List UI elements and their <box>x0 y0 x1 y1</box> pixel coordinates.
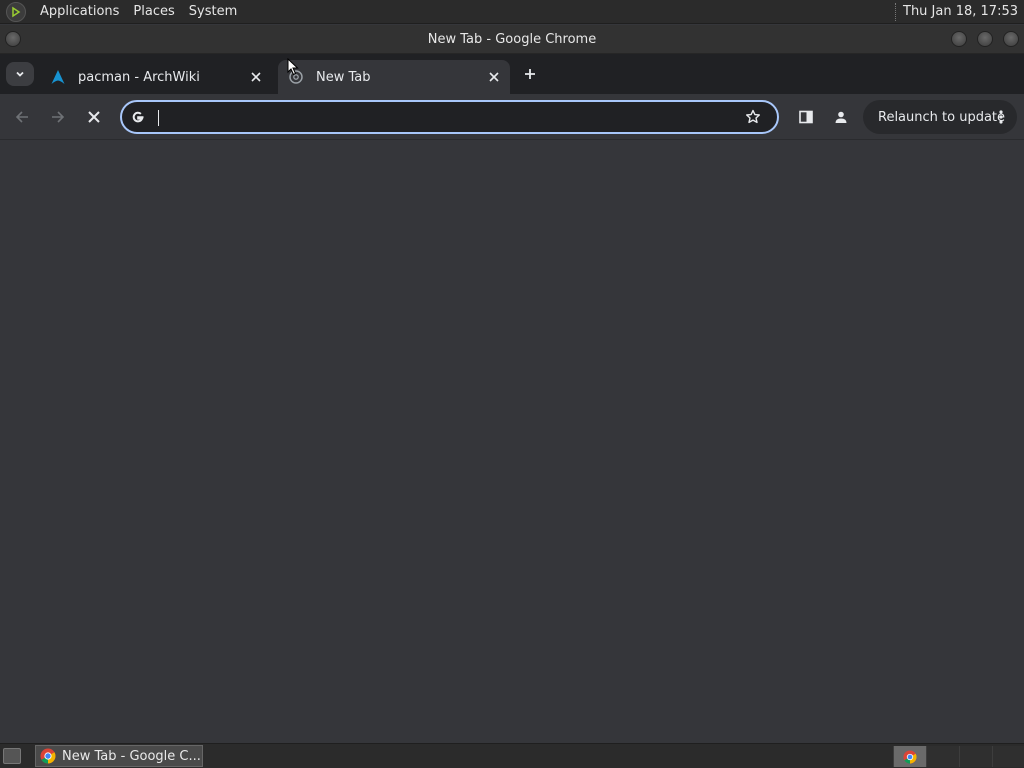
close-icon <box>88 111 100 123</box>
arrow-left-icon <box>15 111 28 123</box>
taskbar-window-label: New Tab - Google C... <box>62 748 201 764</box>
forward-button[interactable] <box>46 105 70 129</box>
tab-title: pacman - ArchWiki <box>78 69 200 85</box>
plus-icon <box>525 69 535 79</box>
relaunch-label: Relaunch to update <box>878 109 1006 125</box>
taskbar-window-button[interactable]: New Tab - Google C... <box>35 745 203 767</box>
google-icon <box>130 109 146 125</box>
close-tab-icon[interactable] <box>246 67 266 87</box>
person-icon <box>835 111 847 123</box>
address-bar[interactable] <box>120 100 779 134</box>
window-title: New Tab - Google Chrome <box>427 31 597 47</box>
system-menu[interactable]: System <box>183 0 243 24</box>
profile-button[interactable] <box>829 105 853 129</box>
more-menu-icon[interactable] <box>993 108 1009 126</box>
distro-logo-icon[interactable] <box>6 1 26 22</box>
archlinux-icon <box>50 69 66 85</box>
stop-loading-button[interactable] <box>82 105 106 129</box>
close-window-button[interactable] <box>1003 31 1019 47</box>
clock[interactable]: Thu Jan 18, 17:53 <box>903 4 1018 19</box>
chevron-down-icon <box>16 71 24 77</box>
workspace-3[interactable] <box>959 746 992 767</box>
maximize-button[interactable] <box>977 31 993 47</box>
tab-new-tab[interactable]: New Tab <box>278 60 510 94</box>
bottom-taskbar: New Tab - Google C... <box>0 743 1024 768</box>
places-menu[interactable]: Places <box>127 0 180 24</box>
workspace-4[interactable] <box>992 746 1024 767</box>
applications-menu[interactable]: Applications <box>34 0 125 24</box>
workspace-1[interactable] <box>893 746 926 767</box>
side-panel-button[interactable] <box>794 105 818 129</box>
side-panel-icon <box>799 110 813 124</box>
new-tab-button[interactable] <box>518 62 542 86</box>
minimize-button[interactable] <box>951 31 967 47</box>
mouse-cursor-icon <box>287 58 299 76</box>
text-caret <box>158 110 159 126</box>
page-content <box>0 141 1024 743</box>
omnibox-input[interactable] <box>158 103 743 131</box>
workspace-2[interactable] <box>926 746 959 767</box>
arrow-right-icon <box>52 111 65 123</box>
panel-separator <box>895 2 897 21</box>
back-button[interactable] <box>10 105 34 129</box>
relaunch-to-update-button[interactable]: Relaunch to update <box>863 100 1017 134</box>
top-panel: Applications Places System Thu Jan 18, 1… <box>0 0 1024 24</box>
tab-strip: pacman - ArchWiki New Tab <box>0 54 1024 94</box>
tab-search-button[interactable] <box>6 62 34 86</box>
chrome-icon <box>40 748 56 764</box>
show-desktop-button[interactable] <box>3 748 21 764</box>
tab-archwiki[interactable]: pacman - ArchWiki <box>40 60 272 94</box>
toolbar: Relaunch to update <box>0 94 1024 140</box>
close-tab-icon[interactable] <box>484 67 504 87</box>
window-titlebar[interactable]: New Tab - Google Chrome <box>0 25 1024 54</box>
workspace-switcher[interactable] <box>893 746 1024 767</box>
bookmark-star-icon[interactable] <box>743 107 763 127</box>
chrome-icon <box>903 749 917 764</box>
tab-title: New Tab <box>316 69 371 85</box>
window-menu-button[interactable] <box>5 31 21 47</box>
